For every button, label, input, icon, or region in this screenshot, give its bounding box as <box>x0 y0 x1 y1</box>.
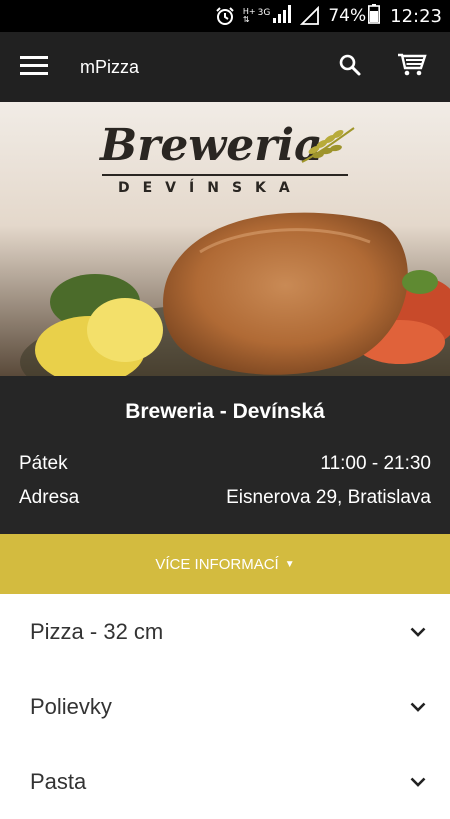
restaurant-logo: Breweria DEVÍNSKA <box>0 102 450 212</box>
category-item-polievky[interactable]: Polievky <box>0 669 450 744</box>
app-bar: mPizza <box>0 32 450 102</box>
category-item-pizza[interactable]: Pizza - 32 cm <box>0 594 450 669</box>
day-label: Pátek <box>19 453 68 474</box>
address-value: Eisnerova 29, Bratislava <box>226 487 431 508</box>
opening-hours-value: 11:00 - 21:30 <box>320 453 431 474</box>
search-button[interactable] <box>328 45 372 89</box>
menu-button[interactable] <box>20 45 64 89</box>
chevron-down-icon <box>408 772 428 792</box>
alarm-icon <box>215 6 235 26</box>
category-item-pasta[interactable]: Pasta <box>0 744 450 819</box>
cart-icon <box>397 52 427 82</box>
address-row: Adresa Eisnerova 29, Bratislava <box>19 487 431 509</box>
address-label: Adresa <box>19 487 80 508</box>
status-bar: H+ ⇅ 3G 74% 12:23 <box>0 0 450 32</box>
chevron-down-icon <box>408 622 428 642</box>
cart-button[interactable] <box>390 45 434 89</box>
restaurant-name: Breweria - Devínská <box>125 400 325 423</box>
category-label: Polievky <box>30 693 112 719</box>
logo-divider <box>102 174 348 176</box>
hamburger-menu-icon <box>20 54 48 80</box>
wifi-empty-icon <box>300 6 320 26</box>
more-info-label: VÍCE INFORMACÍ <box>155 555 279 573</box>
signal-icon <box>272 4 292 28</box>
clock: 12:23 <box>390 5 442 27</box>
search-icon <box>338 53 362 81</box>
network-type-sub: 3G <box>257 8 271 18</box>
battery-icon <box>368 4 381 28</box>
chevron-down-icon <box>408 697 428 717</box>
logo-subtitle: DEVÍNSKA <box>118 180 303 196</box>
wheat-icon <box>300 124 356 168</box>
network-arrows: ⇅ <box>242 15 250 24</box>
battery-percent: 74% <box>328 6 367 26</box>
menu-category-list: Pizza - 32 cm Polievky Pasta <box>0 594 450 800</box>
restaurant-info-panel: Breweria - Devínská Pátek 11:00 - 21:30 … <box>0 376 450 534</box>
logo-title: Breweria <box>100 120 323 171</box>
network-indicator: H+ ⇅ 3G <box>243 4 292 28</box>
opening-hours-row: Pátek 11:00 - 21:30 <box>19 453 431 475</box>
category-label: Pasta <box>30 768 87 794</box>
more-info-button[interactable]: VÍCE INFORMACÍ ▼ <box>0 534 450 594</box>
caret-down-icon: ▼ <box>284 558 295 570</box>
restaurant-hero-image: Breweria DEVÍNSKA <box>0 102 450 376</box>
category-label: Pizza - 32 cm <box>30 618 164 644</box>
app-title: mPizza <box>80 56 140 77</box>
